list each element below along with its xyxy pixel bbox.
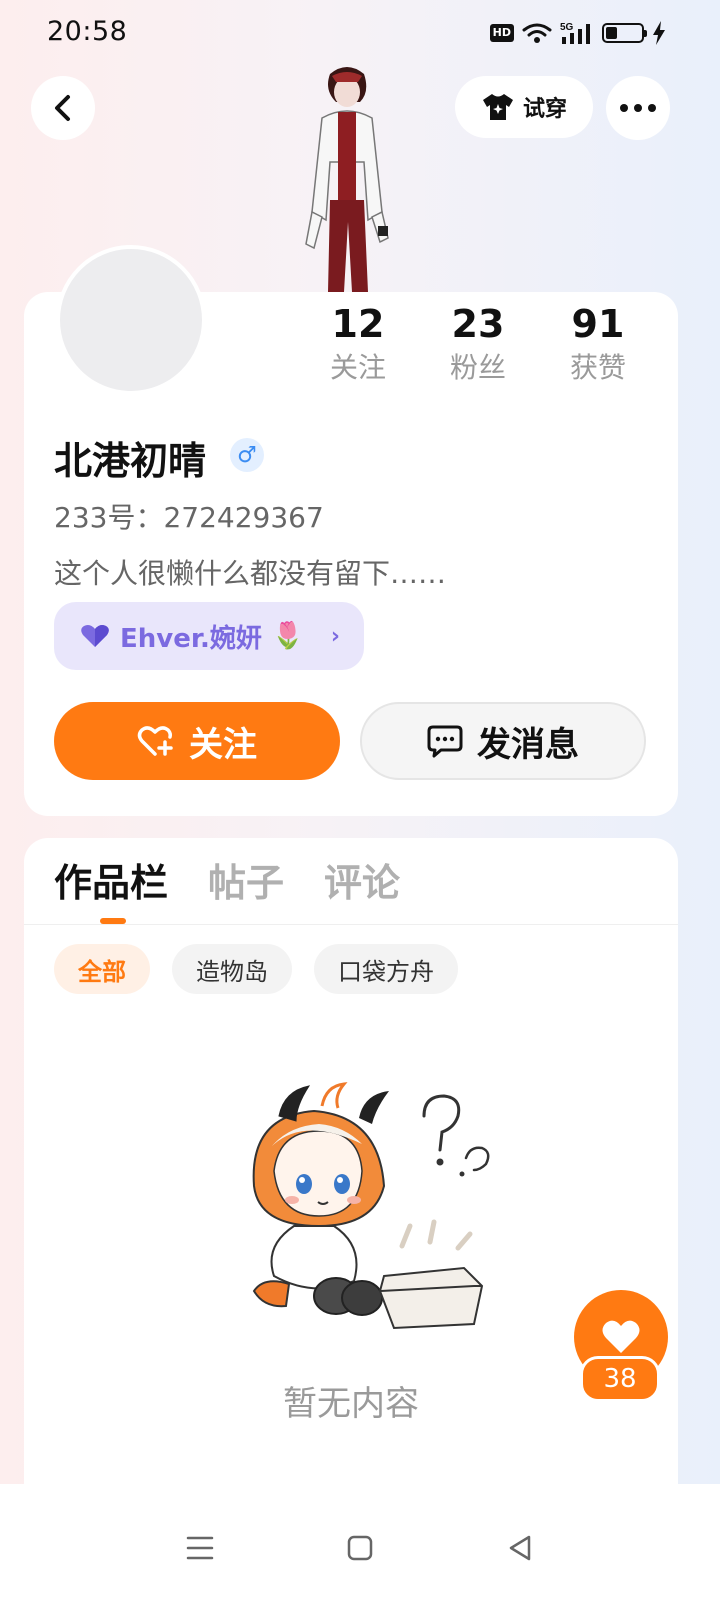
filter-chips: 全部 造物岛 口袋方舟 bbox=[54, 944, 458, 994]
wifi-icon bbox=[522, 23, 552, 43]
filter-creation-island[interactable]: 造物岛 bbox=[172, 944, 292, 994]
content-tabs: 作品栏 帖子 评论 bbox=[54, 856, 400, 910]
stat-label: 获赞 bbox=[569, 351, 626, 384]
follow-button[interactable]: 关注 bbox=[54, 702, 340, 780]
like-count-badge: 38 bbox=[580, 1356, 660, 1402]
back-nav-button[interactable] bbox=[490, 1518, 550, 1578]
character-avatar-figure bbox=[292, 62, 402, 294]
heart-icon bbox=[602, 1320, 640, 1353]
stat-value: 12 bbox=[331, 302, 385, 346]
stat-followers[interactable]: 23 粉丝 bbox=[418, 300, 538, 388]
heart-plus-icon bbox=[137, 726, 173, 756]
status-bar: 20:58 HD 5G bbox=[0, 0, 720, 64]
stat-value: 23 bbox=[451, 302, 505, 346]
status-icons: HD 5G bbox=[489, 20, 666, 46]
user-name: 北港初晴 bbox=[54, 439, 207, 483]
heart-icon bbox=[81, 625, 109, 647]
chat-bubble-icon bbox=[427, 725, 463, 758]
try-on-label: 试穿 bbox=[522, 97, 567, 122]
battery-level bbox=[606, 27, 618, 39]
linked-tag-chip[interactable]: Ehver.婉妍 🌷 › bbox=[54, 602, 364, 670]
more-options-button[interactable] bbox=[606, 76, 670, 140]
filter-pocket-ark[interactable]: 口袋方舟 bbox=[314, 944, 458, 994]
square-icon bbox=[347, 1535, 373, 1561]
home-nav-button[interactable] bbox=[330, 1518, 390, 1578]
message-label: 发消息 bbox=[477, 724, 579, 765]
svg-text:5G: 5G bbox=[560, 22, 574, 33]
tab-comments[interactable]: 评论 bbox=[324, 856, 400, 910]
user-id: 233号：272429367 bbox=[54, 501, 324, 534]
filter-all[interactable]: 全部 bbox=[54, 944, 150, 994]
male-gender-icon: ♂ bbox=[230, 438, 264, 472]
tab-posts[interactable]: 帖子 bbox=[208, 856, 284, 910]
tulip-icon: 🌷 bbox=[271, 621, 305, 651]
signal-icon: 5G bbox=[560, 22, 590, 44]
tag-label: Ehver.婉妍 bbox=[120, 623, 262, 654]
user-bio: 这个人很懒什么都没有留下…… bbox=[54, 557, 447, 590]
system-nav-bar bbox=[0, 1484, 720, 1612]
empty-state-illustration bbox=[234, 1076, 494, 1332]
stat-label: 关注 bbox=[329, 351, 386, 384]
stat-label: 粉丝 bbox=[449, 351, 506, 384]
charging-icon bbox=[653, 21, 665, 45]
tab-works[interactable]: 作品栏 bbox=[54, 856, 168, 910]
send-message-button[interactable]: 发消息 bbox=[360, 702, 646, 780]
stats-row: 12 关注 23 粉丝 91 获赞 bbox=[298, 300, 658, 388]
tab-divider bbox=[24, 924, 678, 925]
menu-icon bbox=[186, 1536, 214, 1560]
clock: 20:58 bbox=[47, 16, 128, 47]
outfit-icon bbox=[482, 94, 513, 120]
battery-icon bbox=[602, 23, 647, 43]
chevron-right-icon: › bbox=[330, 623, 340, 649]
triangle-back-icon bbox=[509, 1535, 531, 1561]
try-on-button[interactable]: 试穿 bbox=[455, 76, 593, 138]
follow-label: 关注 bbox=[189, 724, 257, 765]
hd-icon: HD bbox=[489, 24, 514, 42]
back-button[interactable] bbox=[31, 76, 95, 140]
menu-nav-button[interactable] bbox=[170, 1518, 230, 1578]
stat-value: 91 bbox=[571, 302, 625, 346]
user-avatar[interactable] bbox=[56, 245, 206, 395]
chevron-left-icon bbox=[55, 95, 70, 121]
more-dots-icon bbox=[620, 104, 656, 112]
stat-likes[interactable]: 91 获赞 bbox=[538, 300, 658, 388]
stat-following[interactable]: 12 关注 bbox=[298, 300, 418, 388]
